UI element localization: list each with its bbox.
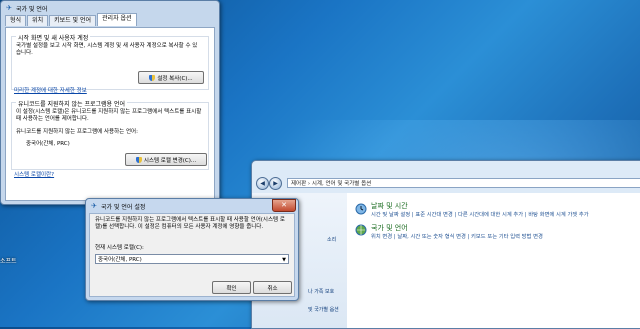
back-button[interactable]: ◀ [256,177,269,190]
forward-button[interactable]: ▶ [269,177,282,190]
tab-location[interactable]: 위치 [27,15,49,26]
system-locale-label: 현재 시스템 로캘(C): [95,245,144,251]
sidebar-item-region[interactable]: 및 국가별 옵션 [308,306,339,313]
close-button[interactable]: ✕ [272,199,296,212]
tab-administrative[interactable]: 관리자 옵션 [97,13,137,26]
current-language-label: 유니코드를 지원하지 않는 프로그램에 사용하는 언어: [16,129,138,135]
copy-settings-label: 설정 복사(C)... [157,75,193,82]
region-globe-icon [355,224,367,236]
dialog-title: 국가 및 언어 설정 [101,203,146,211]
copy-settings-button[interactable]: 설정 복사(C)... [138,71,204,84]
back-arrow-icon: ◀ [260,180,265,187]
dialog-titlebar[interactable]: ✈ 국가 및 언어 설정 [86,199,298,213]
tab-formats[interactable]: 형식 [5,15,27,26]
region-language-window: ✈ 국가 및 언어 형식 위치 키보드 및 언어 관리자 옵션 시작 화면 및 … [0,0,220,205]
sidebar-item-sound[interactable]: 소리 [327,236,336,243]
tab-keyboards[interactable]: 키보드 및 언어 [49,15,97,26]
ok-label: 확인 [226,285,237,292]
close-icon: ✕ [281,201,287,209]
region-window-title: 국가 및 언어 [16,5,48,13]
change-system-locale-label: 시스템 로캘 변경(C)... [143,157,197,164]
sidebar-item-family-safety[interactable]: 나 가족 보호 [308,288,334,295]
tab-panel: 시작 화면 및 새 사용자 계정 국가별 설정을 보고 시작 화면, 시스템 계… [5,27,215,201]
forward-arrow-icon: ▶ [273,180,278,187]
locale-settings-dialog: ✈ 국가 및 언어 설정 ✕ 유니코드를 지원하지 않는 프로그램에서 텍스트를… [85,198,299,301]
uac-shield-icon [149,74,156,81]
system-locale-select[interactable]: 중국어(간체, PRC) ▼ [95,254,289,264]
nonunicode-group-title: 유니코드를 지원하지 않는 프로그램용 언어 [16,99,127,108]
ok-button[interactable]: 확인 [212,281,251,294]
dialog-body: 유니코드를 지원하지 않는 프로그램에서 텍스트를 표시할 때 사용할 언어(시… [89,213,295,297]
current-language-value: 중국어(간체, PRC) [26,141,70,147]
nonunicode-group: 유니코드를 지원하지 않는 프로그램용 언어 이 설정(시스템 로캘)은 유니코… [11,99,209,170]
system-locale-help-link[interactable]: 시스템 로캘이란? [14,170,54,178]
welcome-group-title: 시작 화면 및 새 사용자 계정 [16,33,91,42]
nonunicode-group-text: 이 설정(시스템 로캘)은 유니코드를 지원하지 않는 프로그램에서 텍스트를 … [16,109,202,122]
cancel-label: 취소 [267,285,278,292]
tab-strip: 형식 위치 키보드 및 언어 관리자 옵션 [5,13,138,26]
welcome-group-text: 국가별 설정을 보고 시작 화면, 시스템 계정 및 새 사용자 계정으로 복사… [16,43,198,56]
dialog-description: 유니코드를 지원하지 않는 프로그램에서 텍스트를 표시할 때 사용할 언어(시… [95,217,285,230]
main-content: 날짜 및 시간 시간 및 날짜 설정 | 표준 시간대 변경 | 다른 시간대에… [347,193,640,328]
breadcrumb: 제어판 › 시계, 언어 및 국가별 옵션 [291,181,372,187]
control-panel-window: ◀ ▶ 제어판 › 시계, 언어 및 국가별 옵션 소리 나 가족 보호 및 국… [251,160,640,329]
system-locale-value: 중국어(간체, PRC) [98,257,142,263]
address-bar[interactable]: 제어판 › 시계, 언어 및 국가별 옵션 [287,178,640,188]
navigation-bar: ◀ ▶ 제어판 › 시계, 언어 및 국가별 옵션 [252,175,640,193]
category-datetime-links[interactable]: 시간 및 날짜 설정 | 표준 시간대 변경 | 다른 시간대에 대한 시계 추… [371,210,589,218]
category-region-links[interactable]: 위치 변경 | 날짜, 시간 또는 숫자 형식 변경 | 키보드 또는 기타 입… [371,232,543,240]
welcome-accounts-link[interactable]: 미리한 계정에 대한 자세한 정보 [14,86,87,94]
desktop-icon-label[interactable]: 소프트 [0,256,17,265]
change-system-locale-button[interactable]: 시스템 로캘 변경(C)... [125,153,207,166]
uac-shield-icon [135,156,142,163]
chevron-down-icon: ▼ [282,257,286,263]
clock-globe-icon [355,203,367,215]
welcome-screen-group: 시작 화면 및 새 사용자 계정 국가별 설정을 보고 시작 화면, 시스템 계… [11,33,209,90]
cancel-button[interactable]: 취소 [253,281,292,294]
globe-icon: ✈ [6,4,12,12]
globe-icon: ✈ [91,202,97,210]
